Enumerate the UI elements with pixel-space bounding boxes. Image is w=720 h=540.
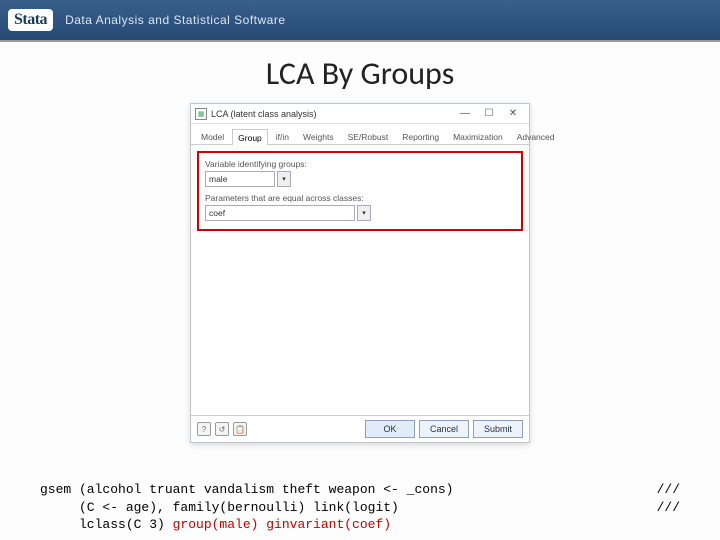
copy-icon[interactable]: 📋: [233, 422, 247, 436]
dialog-footer: ? ↺ 📋 OK Cancel Submit: [191, 415, 529, 442]
minimize-button[interactable]: —: [453, 105, 477, 123]
reset-icon[interactable]: ↺: [215, 422, 229, 436]
help-icon[interactable]: ?: [197, 422, 211, 436]
dialog-icon: ▦: [195, 108, 207, 120]
tab-model[interactable]: Model: [195, 128, 230, 144]
submit-button[interactable]: Submit: [473, 420, 523, 438]
tab-advanced[interactable]: Advanced: [511, 128, 561, 144]
dialog-title: LCA (latent class analysis): [211, 109, 453, 119]
param-equal-field[interactable]: coef: [205, 205, 355, 221]
close-button[interactable]: ✕: [501, 105, 525, 123]
code-continuation-2: ///: [657, 499, 700, 517]
param-equal-dropdown-button[interactable]: ▾: [357, 205, 371, 221]
tab-serobust[interactable]: SE/Robust: [342, 128, 395, 144]
code-line-2: (C <- age), family(bernoulli) link(logit…: [40, 499, 399, 517]
group-variable-field[interactable]: male: [205, 171, 275, 187]
group-variable-dropdown-button[interactable]: ▾: [277, 171, 291, 187]
label-param-equal: Parameters that are equal across classes…: [205, 193, 515, 203]
tagline: Data Analysis and Statistical Software: [65, 13, 285, 27]
app-topbar: Stata Data Analysis and Statistical Soft…: [0, 0, 720, 42]
code-line-1: gsem (alcohol truant vandalism theft wea…: [40, 481, 453, 499]
tab-reporting[interactable]: Reporting: [396, 128, 445, 144]
label-group-variable: Variable identifying groups:: [205, 159, 515, 169]
code-block: gsem (alcohol truant vandalism theft wea…: [40, 481, 700, 534]
tab-group[interactable]: Group: [232, 129, 268, 145]
code-highlight: group(male) ginvariant(coef): [173, 517, 391, 532]
dialog-tabs: Model Group if/in Weights SE/Robust Repo…: [191, 124, 529, 145]
tab-maximization[interactable]: Maximization: [447, 128, 509, 144]
tab-ifin[interactable]: if/in: [270, 128, 295, 144]
code-line-3: lclass(C 3) group(male) ginvariant(coef): [40, 516, 391, 534]
code-continuation-1: ///: [657, 481, 700, 499]
ok-button[interactable]: OK: [365, 420, 415, 438]
dialog-body: Variable identifying groups: male ▾ Para…: [191, 145, 529, 415]
lca-dialog: ▦ LCA (latent class analysis) — ☐ ✕ Mode…: [190, 103, 530, 443]
tab-weights[interactable]: Weights: [297, 128, 340, 144]
highlight-region: Variable identifying groups: male ▾ Para…: [197, 151, 523, 231]
stata-logo: Stata: [8, 9, 53, 31]
dialog-titlebar: ▦ LCA (latent class analysis) — ☐ ✕: [191, 104, 529, 124]
maximize-button[interactable]: ☐: [477, 105, 501, 123]
page-title: LCA By Groups: [0, 54, 720, 93]
cancel-button[interactable]: Cancel: [419, 420, 469, 438]
